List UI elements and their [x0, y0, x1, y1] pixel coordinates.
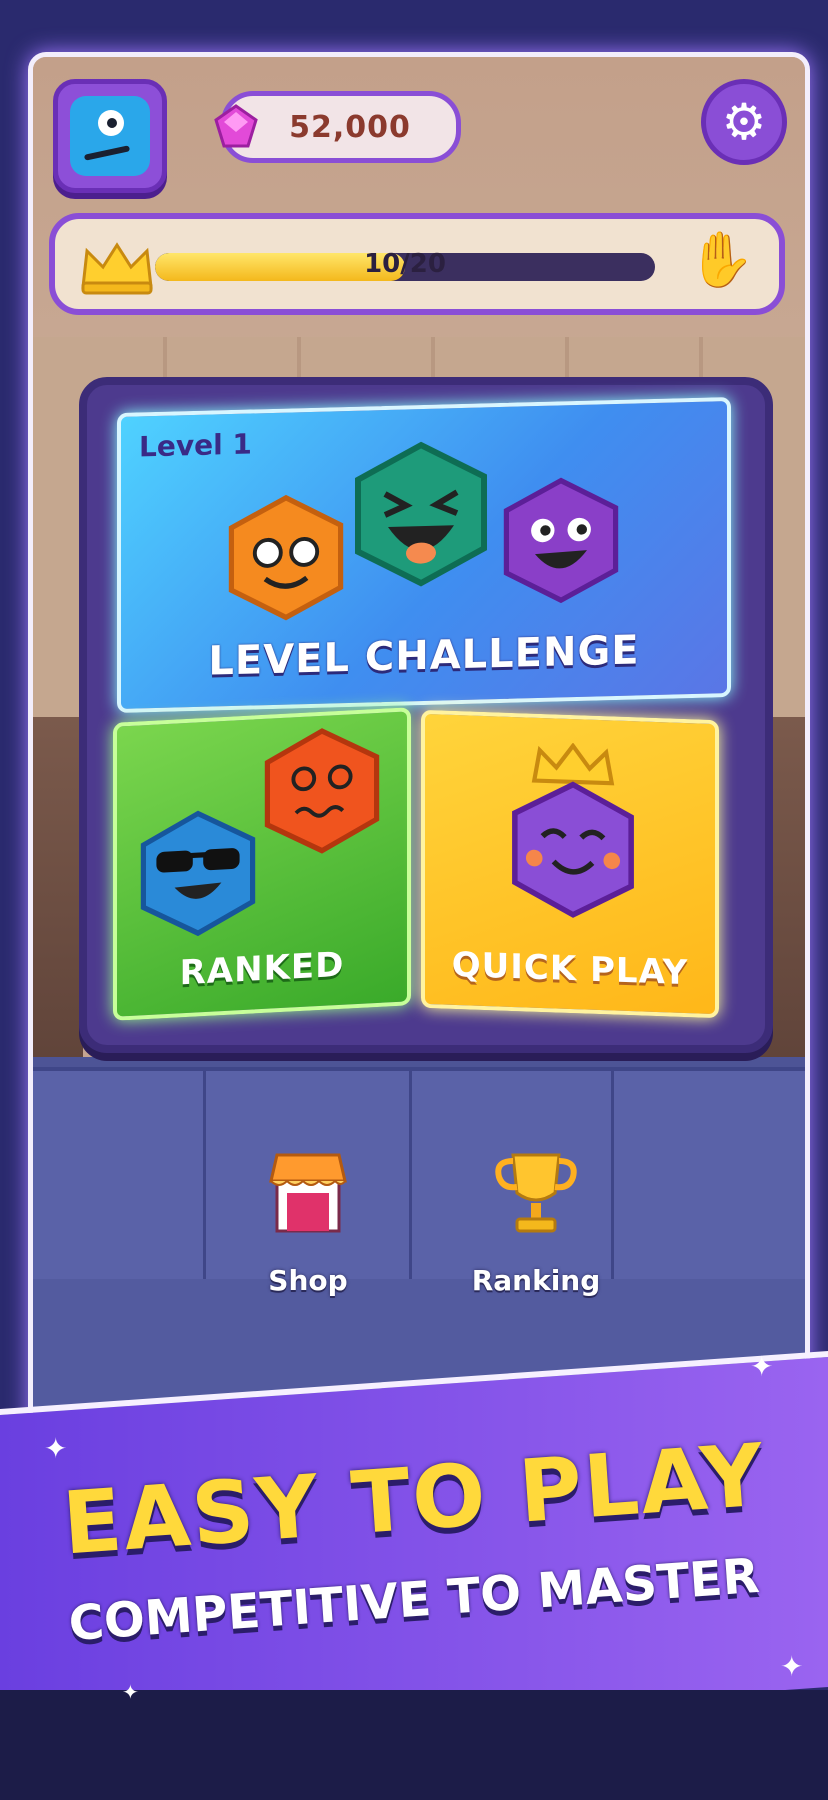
wave-hand-icon[interactable]: ✋ — [688, 233, 755, 287]
gem-counter[interactable]: 52,000 — [214, 91, 461, 163]
shop-button[interactable]: Shop — [223, 1147, 393, 1297]
sparkle-icon: ✦ — [44, 1432, 68, 1465]
purple-hex-character-icon — [503, 477, 619, 604]
dizzy-hex-character-icon — [264, 728, 380, 854]
gear-icon: ⚙ — [721, 93, 767, 151]
green-hex-character-icon — [355, 441, 487, 587]
shop-label: Shop — [268, 1264, 348, 1297]
crown-icon — [81, 242, 153, 295]
level-challenge-title: LEVEL CHALLENGE — [208, 627, 640, 685]
trophy-icon — [495, 1153, 577, 1233]
avatar-mouth — [83, 145, 131, 161]
mode-board: Level 1 LEVEL CHALLENGE RANKED QUICK PLA… — [79, 377, 773, 1053]
crown-progress: 10/20 ✋ — [49, 213, 785, 315]
ranked-title: RANKED — [179, 944, 345, 994]
gem-icon — [214, 104, 258, 148]
quick-play-title: QUICK PLAY — [451, 944, 689, 994]
sparkle-icon: ✦ — [780, 1650, 804, 1683]
left-shelf — [33, 717, 83, 1077]
ranked-card[interactable]: RANKED — [113, 707, 411, 1021]
avatar-eye — [98, 110, 124, 136]
level-challenge-card[interactable]: Level 1 LEVEL CHALLENGE — [117, 396, 731, 714]
ranking-label: Ranking — [471, 1264, 601, 1297]
avatar-icon — [70, 96, 150, 176]
progress-text: 10/20 — [364, 249, 446, 279]
sparkle-icon: ✦ — [122, 1680, 139, 1704]
cool-hex-character-icon — [140, 810, 256, 937]
game-frame: 52,000 ⚙ 10/20 ✋ Level 1 LEVEL CHALLENGE… — [28, 52, 810, 1462]
level-label: Level 1 — [139, 427, 252, 464]
sparkle-icon: ✦ — [750, 1350, 774, 1383]
orange-hex-character-icon — [228, 494, 344, 621]
panel-divider — [409, 1071, 412, 1283]
panel-divider — [203, 1071, 206, 1283]
ranking-button[interactable]: Ranking — [451, 1147, 621, 1297]
promo-footer — [0, 1690, 828, 1800]
settings-button[interactable]: ⚙ — [701, 79, 787, 165]
quick-play-card[interactable]: QUICK PLAY — [421, 709, 719, 1019]
shop-icon — [269, 1153, 347, 1233]
profile-avatar-button[interactable] — [53, 79, 167, 193]
crowned-hex-character-icon — [512, 742, 634, 918]
metal-panels — [33, 1067, 805, 1283]
gem-count: 52,000 — [289, 109, 411, 145]
